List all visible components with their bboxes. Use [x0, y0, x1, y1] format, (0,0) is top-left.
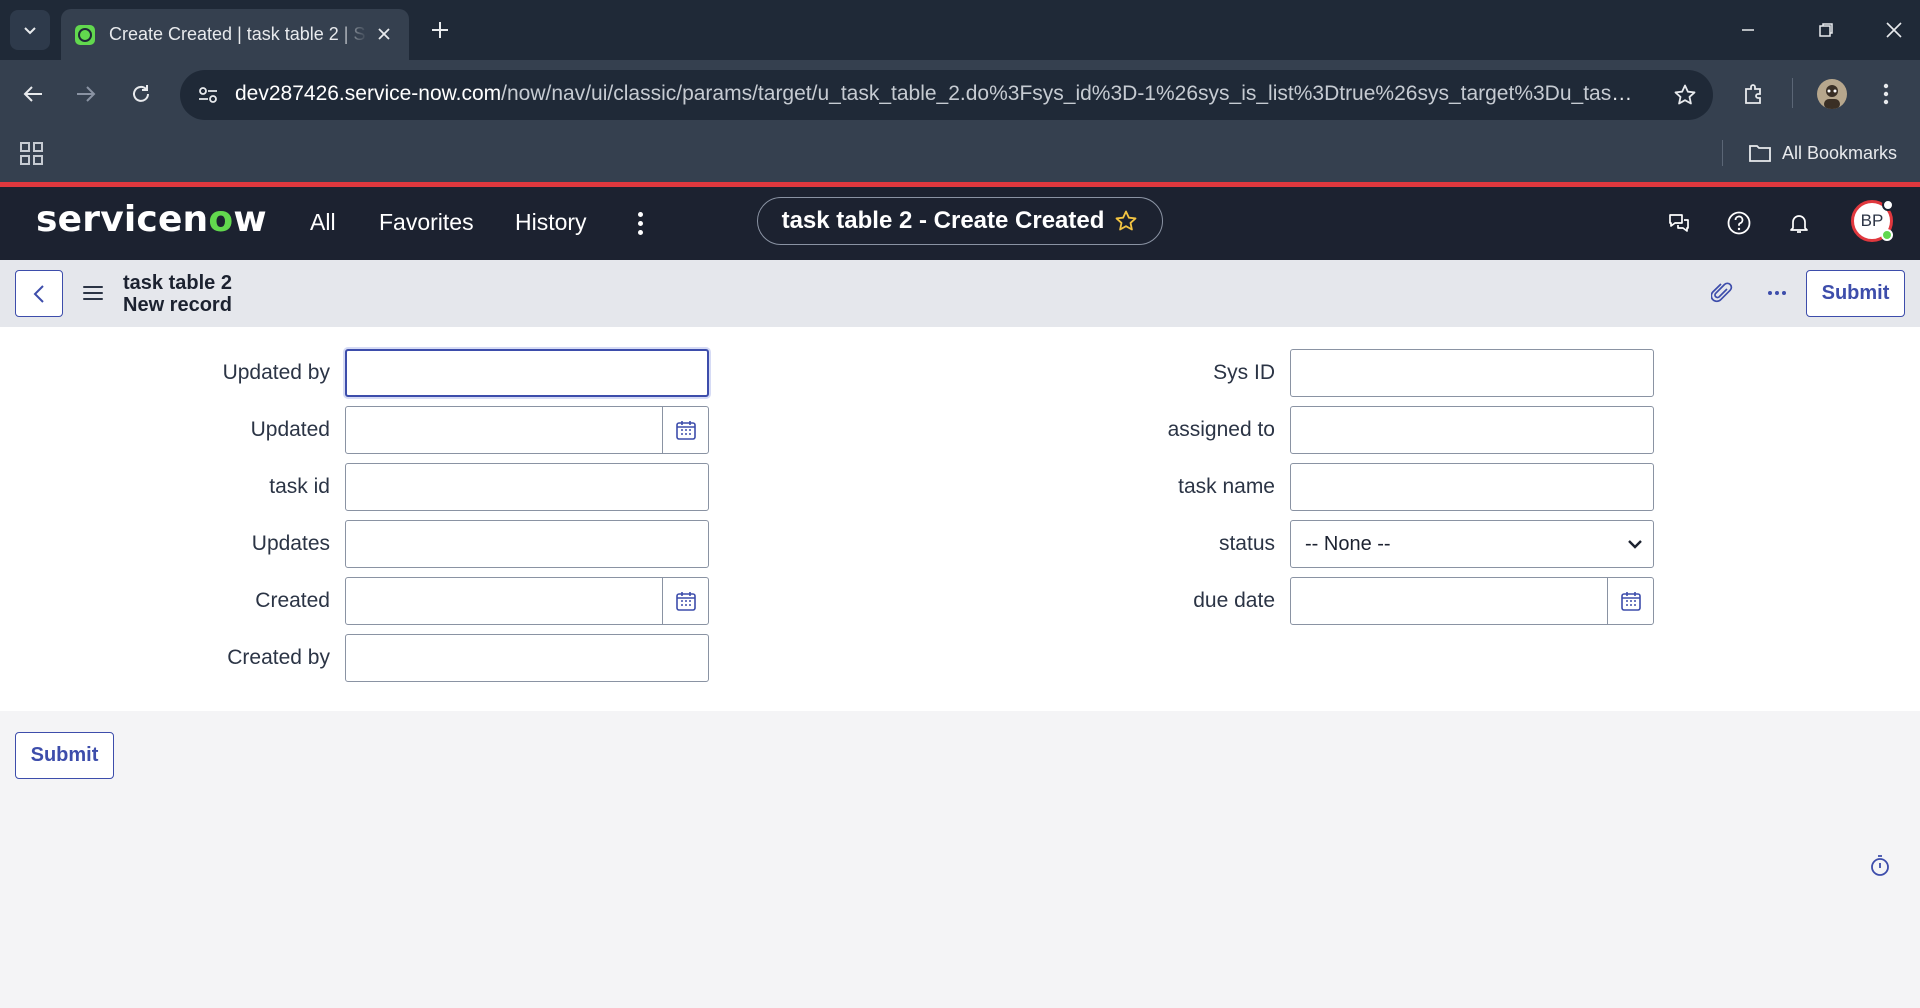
url-domain: dev287426.service-now.com [235, 82, 502, 105]
url-text: dev287426.service-now.com/now/nav/ui/cla… [235, 82, 1635, 106]
record-title: task table 2 New record [123, 272, 232, 316]
status-selected-value: -- None -- [1305, 532, 1391, 555]
chrome-menu-button[interactable] [1866, 74, 1906, 114]
logo-text-a: servicen [36, 199, 209, 240]
task-id-input[interactable] [345, 463, 709, 511]
close-window-button[interactable] [1874, 10, 1914, 50]
tab-search-button[interactable] [10, 10, 50, 50]
chevron-left-icon [33, 284, 44, 303]
label-created: Created [255, 589, 330, 612]
label-due-date: due date [1193, 589, 1275, 612]
context-title-pill[interactable]: task table 2 - Create Created [757, 197, 1163, 245]
browser-tab[interactable]: Create Created | task table 2 | ServiceN… [61, 9, 409, 60]
created-by-input[interactable] [345, 634, 709, 682]
vertical-dots-icon [1883, 83, 1889, 105]
toolbar-divider [1792, 78, 1793, 108]
tab-title: Create Created | task table 2 | ServiceN… [109, 24, 367, 44]
bookmark-star-icon[interactable] [1671, 81, 1699, 109]
restore-icon [1819, 23, 1833, 37]
context-menu-icon[interactable] [83, 283, 103, 303]
record-form: Updated by Updated task id Updates Creat… [0, 327, 1920, 711]
all-bookmarks-button[interactable]: All Bookmarks [1748, 138, 1897, 168]
due-date-field[interactable] [1290, 577, 1654, 625]
browser-toolbar: dev287426.service-now.com/now/nav/ui/cla… [0, 60, 1920, 128]
nav-all[interactable]: All [310, 209, 336, 236]
updates-input[interactable] [345, 520, 709, 568]
chevron-down-icon [24, 27, 36, 35]
puzzle-icon [1745, 84, 1761, 104]
updated-by-input[interactable] [345, 349, 709, 397]
nav-more-icon[interactable] [630, 207, 650, 239]
more-options-icon[interactable] [1762, 278, 1792, 308]
calendar-icon[interactable] [662, 578, 708, 624]
form-back-button[interactable] [15, 270, 63, 317]
arrow-right-icon [77, 86, 96, 102]
restore-button[interactable] [1806, 10, 1846, 50]
sys-id-input[interactable] [1290, 349, 1654, 397]
notifications-bell-icon[interactable] [1782, 206, 1816, 240]
extensions-button[interactable] [1734, 74, 1774, 114]
reload-button[interactable] [121, 74, 161, 114]
calendar-icon[interactable] [662, 407, 708, 453]
nav-history[interactable]: History [515, 209, 587, 236]
label-updates: Updates [251, 532, 330, 555]
user-avatar[interactable]: BP [1851, 199, 1894, 242]
url-path: /now/nav/ui/classic/params/target/u_task… [501, 82, 1635, 105]
close-icon [1886, 22, 1902, 38]
logo-text-b: w [233, 199, 267, 240]
header-submit-button[interactable]: Submit [1806, 270, 1905, 317]
forward-nav-button[interactable] [66, 74, 106, 114]
form-header: task table 2 New record Submit [0, 260, 1920, 327]
arrow-left-icon [23, 86, 42, 102]
bookmarks-bar: All Bookmarks [0, 128, 1920, 182]
stopwatch-icon[interactable] [1868, 854, 1892, 878]
apps-grid-icon[interactable] [18, 140, 46, 168]
chat-icon[interactable] [1662, 206, 1696, 240]
address-bar[interactable]: dev287426.service-now.com/now/nav/ui/cla… [180, 70, 1713, 120]
label-sys-id: Sys ID [1213, 361, 1275, 384]
reload-icon [133, 85, 149, 102]
nav-favorites[interactable]: Favorites [379, 209, 474, 236]
status-select[interactable]: -- None -- [1290, 520, 1654, 568]
chevron-down-icon [1628, 540, 1642, 549]
calendar-icon[interactable] [1607, 578, 1653, 624]
record-subtitle: New record [123, 294, 232, 316]
plus-icon [432, 22, 448, 38]
online-status-icon [1881, 229, 1893, 241]
servicenow-logo[interactable]: servicenow [36, 199, 267, 240]
browser-tab-bar: Create Created | task table 2 | ServiceN… [0, 0, 1920, 60]
attachment-paperclip-icon[interactable] [1707, 278, 1737, 308]
updated-date-field[interactable] [345, 406, 709, 454]
label-updated: Updated [250, 418, 330, 441]
context-title: task table 2 - Create Created [781, 207, 1105, 234]
task-name-input[interactable] [1290, 463, 1654, 511]
folder-icon [1749, 145, 1771, 162]
tab-close-icon[interactable] [373, 23, 395, 45]
created-date-field[interactable] [345, 577, 709, 625]
label-updated-by: Updated by [222, 361, 330, 384]
site-info-icon[interactable] [194, 81, 222, 109]
back-nav-button[interactable] [13, 74, 53, 114]
new-tab-button[interactable] [424, 14, 456, 46]
bookmarks-divider [1722, 140, 1723, 166]
servicenow-favicon-icon [75, 24, 95, 45]
label-task-id: task id [269, 475, 330, 498]
label-created-by: Created by [227, 646, 330, 669]
bottom-submit-button[interactable]: Submit [15, 732, 114, 779]
servicenow-header: servicenow All Favorites History task ta… [0, 187, 1920, 260]
all-bookmarks-label: All Bookmarks [1782, 142, 1898, 163]
table-name: task table 2 [123, 272, 232, 294]
favorite-star-icon[interactable] [1114, 209, 1138, 233]
avatar-badge-icon [1882, 199, 1894, 211]
label-status: status [1218, 532, 1275, 555]
minimize-button[interactable] [1728, 10, 1768, 50]
label-task-name: task name [1178, 475, 1275, 498]
label-assigned-to: assigned to [1167, 418, 1275, 441]
minimize-icon [1742, 29, 1754, 31]
user-initials: BP [1860, 211, 1884, 230]
chrome-profile-avatar[interactable] [1817, 79, 1847, 109]
assigned-to-input[interactable] [1290, 406, 1654, 454]
help-icon[interactable] [1722, 206, 1756, 240]
logo-text-o: o [208, 199, 234, 240]
